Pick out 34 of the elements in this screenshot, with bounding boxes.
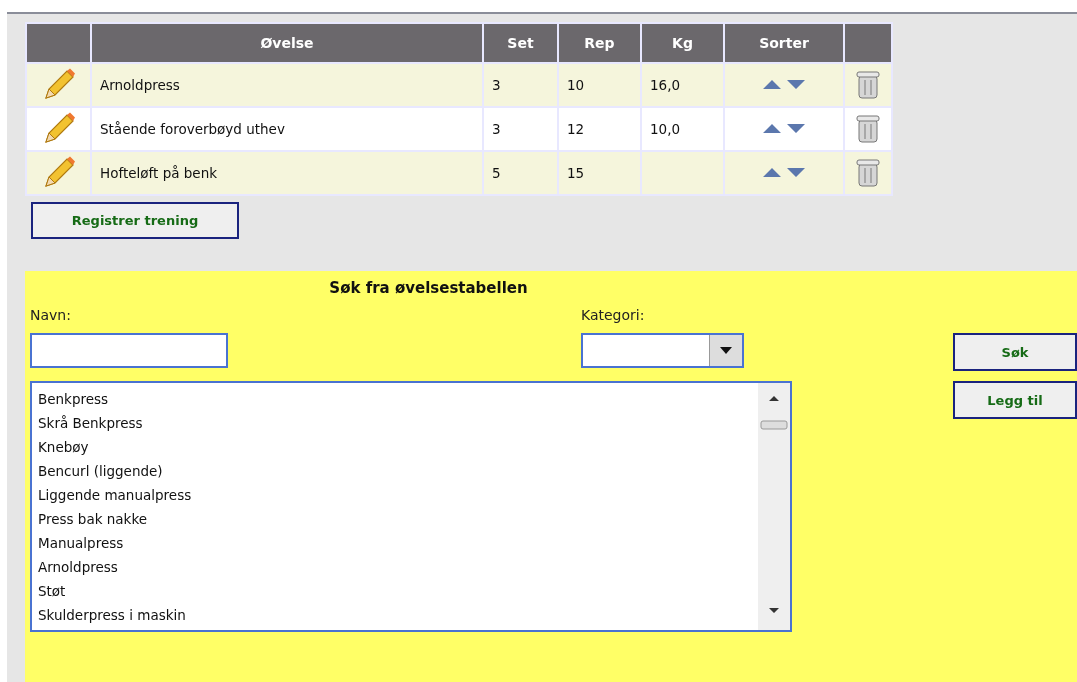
sort-arrows-icon[interactable] — [762, 166, 806, 178]
name-label: Navn: — [30, 307, 72, 323]
list-item[interactable]: Skrå Benkpress — [38, 411, 143, 435]
category-label: Kategori: — [581, 307, 645, 323]
sort-arrows-icon[interactable] — [762, 78, 806, 90]
trash-icon[interactable] — [856, 112, 880, 143]
column-header: Sorter — [724, 23, 844, 63]
list-item[interactable]: Benkpress — [38, 387, 109, 411]
sort-arrows-icon[interactable] — [762, 122, 806, 134]
list-item[interactable]: Knebøy — [38, 435, 89, 459]
column-header: Kg — [641, 23, 724, 63]
table-cell: Hofteløft på benk — [91, 151, 483, 195]
search-button[interactable]: Søk — [953, 333, 1077, 371]
list-item[interactable]: Støt — [38, 579, 66, 603]
column-header: Øvelse — [91, 23, 483, 63]
list-item[interactable]: Arnoldpress — [38, 555, 118, 579]
column-header: Set — [483, 23, 558, 63]
list-item[interactable]: Bencurl (liggende) — [38, 459, 163, 483]
exercise-listbox[interactable]: Benkpress Skrå Benkpress Knebøy Bencurl (liggende) Liggende manualpress Press bak nakke Manualpress Arnoldpress Støt Skulderpress i maskin — [30, 381, 792, 632]
trash-icon[interactable] — [856, 156, 880, 187]
panel-title: Søk fra øvelsestabellen — [328, 279, 529, 297]
trash-icon[interactable] — [856, 68, 880, 99]
list-item[interactable]: Manualpress — [38, 531, 124, 555]
list-item[interactable]: Press bak nakke — [38, 507, 148, 531]
table-cell: 5 — [483, 151, 558, 195]
table-cell: 15 — [558, 151, 641, 195]
register-button[interactable]: Registrer trening — [31, 202, 239, 239]
name-input[interactable] — [30, 333, 228, 368]
list-item[interactable]: Skulderpress i maskin — [38, 603, 186, 627]
column-header: Rep — [558, 23, 641, 63]
dropdown-caret-icon — [720, 347, 732, 354]
category-select[interactable] — [581, 333, 744, 368]
add-button[interactable]: Legg til — [953, 381, 1077, 419]
list-item[interactable]: Liggende manualpress — [38, 483, 192, 507]
